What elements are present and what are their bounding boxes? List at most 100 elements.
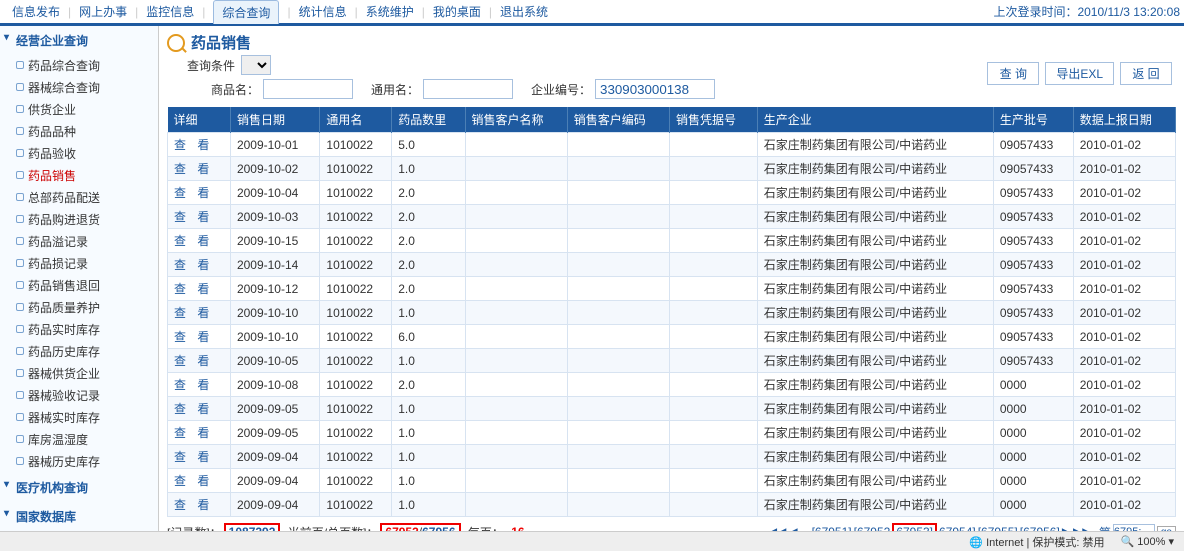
- nav-item[interactable]: 综合查询: [213, 0, 279, 24]
- pager: [记录数]： 1087292 当前页/总页数]： 67953/67956 每页：…: [167, 523, 1176, 531]
- view-link[interactable]: 查 看: [174, 450, 213, 464]
- sidebar-item[interactable]: 器械验收记录: [0, 385, 158, 407]
- col-header: 生产企业: [757, 107, 993, 133]
- label-name: 商品名：: [211, 81, 259, 98]
- table-row: 查 看2009-10-1410100222.0石家庄制药集团有限公司/中诺药业0…: [168, 253, 1176, 277]
- nav-item[interactable]: 信息发布: [12, 3, 60, 20]
- label-code: 企业编号：: [531, 81, 591, 98]
- sidebar-item[interactable]: 药品历史库存: [0, 341, 158, 363]
- nav-item[interactable]: 监控信息: [146, 3, 194, 20]
- nav-items: 信息发布|网上办事|监控信息|综合查询|统计信息|系统维护|我的桌面|退出系统: [4, 0, 556, 24]
- col-header: 数据上报日期: [1073, 107, 1175, 133]
- sidebar-item[interactable]: 药品销售退回: [0, 275, 158, 297]
- col-header: 生产批号: [993, 107, 1073, 133]
- sidebar-item[interactable]: 药品实时库存: [0, 319, 158, 341]
- page-current: 67953]: [892, 523, 937, 531]
- sidebar-item[interactable]: 药品溢记录: [0, 231, 158, 253]
- label-generic: 通用名：: [371, 81, 419, 98]
- table-row: 查 看2009-10-0110100225.0石家庄制药集团有限公司/中诺药业0…: [168, 133, 1176, 157]
- table-body: 查 看2009-10-0110100225.0石家庄制药集团有限公司/中诺药业0…: [168, 133, 1176, 517]
- view-link[interactable]: 查 看: [174, 474, 213, 488]
- nav-item[interactable]: 网上办事: [79, 3, 127, 20]
- view-link[interactable]: 查 看: [174, 162, 213, 176]
- status-bar: 🌐 Internet | 保护模式: 禁用 🔍 100% ▾: [0, 531, 1184, 551]
- sidebar-item[interactable]: 供货企业: [0, 99, 158, 121]
- pager-right: ◀◀ ◀ ... [67951] [67952 67953] 67954] [6…: [768, 523, 1176, 531]
- view-link[interactable]: 查 看: [174, 402, 213, 416]
- sidebar: 经营企业查询药品综合查询器械综合查询供货企业药品品种药品验收药品销售总部药品配送…: [0, 26, 159, 531]
- view-link[interactable]: 查 看: [174, 234, 213, 248]
- col-header: 销售日期: [230, 107, 319, 133]
- table-row: 查 看2009-10-0510100221.0石家庄制药集团有限公司/中诺药业0…: [168, 349, 1176, 373]
- table-row: 查 看2009-09-0410100221.0石家庄制药集团有限公司/中诺药业0…: [168, 469, 1176, 493]
- goto-input[interactable]: [1113, 524, 1155, 531]
- sidebar-group[interactable]: 医疗机构查询: [0, 473, 158, 502]
- search-icon: [167, 34, 185, 52]
- table-row: 查 看2009-10-0210100221.0石家庄制药集团有限公司/中诺药业0…: [168, 157, 1176, 181]
- table-row: 查 看2009-10-0310100222.0石家庄制药集团有限公司/中诺药业0…: [168, 205, 1176, 229]
- input-generic[interactable]: [423, 79, 513, 99]
- page-title: 药品销售: [167, 32, 1176, 53]
- sidebar-item[interactable]: 药品综合查询: [0, 55, 158, 77]
- sidebar-item[interactable]: 器械供货企业: [0, 363, 158, 385]
- sidebar-item[interactable]: 器械实时库存: [0, 407, 158, 429]
- view-link[interactable]: 查 看: [174, 258, 213, 272]
- back-button[interactable]: 返 回: [1120, 62, 1172, 85]
- col-header: 详细: [168, 107, 231, 133]
- nav-item[interactable]: 我的桌面: [433, 3, 481, 20]
- sidebar-item[interactable]: 药品质量养护: [0, 297, 158, 319]
- input-name[interactable]: [263, 79, 353, 99]
- sidebar-group[interactable]: 经营企业查询: [0, 26, 158, 55]
- data-table: 详细销售日期通用名药品数里销售客户名称销售客户编码销售凭据号生产企业生产批号数据…: [167, 107, 1176, 517]
- view-link[interactable]: 查 看: [174, 138, 213, 152]
- table-row: 查 看2009-09-0510100221.0石家庄制药集团有限公司/中诺药业0…: [168, 397, 1176, 421]
- sidebar-item[interactable]: 库房温湿度: [0, 429, 158, 451]
- search-button[interactable]: 查 询: [987, 62, 1039, 85]
- col-header: 药品数里: [392, 107, 465, 133]
- login-time: 上次登录时间：2010/11/3 13:20:08: [993, 3, 1180, 20]
- table-row: 查 看2009-10-1010100226.0石家庄制药集团有限公司/中诺药业0…: [168, 325, 1176, 349]
- view-link[interactable]: 查 看: [174, 426, 213, 440]
- sidebar-item[interactable]: 总部药品配送: [0, 187, 158, 209]
- table-row: 查 看2009-09-0410100221.0石家庄制药集团有限公司/中诺药业0…: [168, 445, 1176, 469]
- view-link[interactable]: 查 看: [174, 354, 213, 368]
- zoom-level[interactable]: 🔍 100% ▾: [1121, 535, 1174, 548]
- input-code[interactable]: [595, 79, 715, 99]
- nav-item[interactable]: 统计信息: [299, 3, 347, 20]
- top-nav: 信息发布|网上办事|监控信息|综合查询|统计信息|系统维护|我的桌面|退出系统 …: [0, 0, 1184, 26]
- view-link[interactable]: 查 看: [174, 210, 213, 224]
- action-buttons: 查 询 导出EXL 返 回: [987, 62, 1172, 85]
- table-row: 查 看2009-10-0410100222.0石家庄制药集团有限公司/中诺药业0…: [168, 181, 1176, 205]
- content: 药品销售 查询条件 商品名： 通用名： 企业编号： 查 询 导出EXL 返 回 …: [159, 26, 1184, 531]
- view-link[interactable]: 查 看: [174, 378, 213, 392]
- condition-label: 查询条件: [187, 57, 235, 74]
- col-header: 销售客户编码: [567, 107, 669, 133]
- col-header: 销售客户名称: [465, 107, 567, 133]
- sidebar-item[interactable]: 药品验收: [0, 143, 158, 165]
- sidebar-item[interactable]: 药品品种: [0, 121, 158, 143]
- page-ratio: 67953/67956: [380, 523, 460, 531]
- view-link[interactable]: 查 看: [174, 306, 213, 320]
- nav-item[interactable]: 系统维护: [366, 3, 414, 20]
- table-row: 查 看2009-10-1010100221.0石家庄制药集团有限公司/中诺药业0…: [168, 301, 1176, 325]
- sidebar-item[interactable]: 药品损记录: [0, 253, 158, 275]
- view-link[interactable]: 查 看: [174, 330, 213, 344]
- nav-item[interactable]: 退出系统: [500, 3, 548, 20]
- internet-status: 🌐 Internet | 保护模式: 禁用: [969, 534, 1104, 550]
- sidebar-item[interactable]: 器械综合查询: [0, 77, 158, 99]
- table-row: 查 看2009-09-0510100221.0石家庄制药集团有限公司/中诺药业0…: [168, 421, 1176, 445]
- table-row: 查 看2009-10-1210100222.0石家庄制药集团有限公司/中诺药业0…: [168, 277, 1176, 301]
- record-count: 1087292: [224, 523, 281, 531]
- view-link[interactable]: 查 看: [174, 186, 213, 200]
- col-header: 通用名: [320, 107, 392, 133]
- sidebar-item[interactable]: 药品购进退货: [0, 209, 158, 231]
- view-link[interactable]: 查 看: [174, 498, 213, 512]
- sidebar-item[interactable]: 器械历史库存: [0, 451, 158, 473]
- table-row: 查 看2009-09-0410100221.0石家庄制药集团有限公司/中诺药业0…: [168, 493, 1176, 517]
- sidebar-group[interactable]: 国家数据库: [0, 502, 158, 531]
- sidebar-item[interactable]: 药品销售: [0, 165, 158, 187]
- export-button[interactable]: 导出EXL: [1045, 62, 1114, 85]
- condition-select[interactable]: [241, 55, 271, 75]
- table-header-row: 详细销售日期通用名药品数里销售客户名称销售客户编码销售凭据号生产企业生产批号数据…: [168, 107, 1176, 133]
- view-link[interactable]: 查 看: [174, 282, 213, 296]
